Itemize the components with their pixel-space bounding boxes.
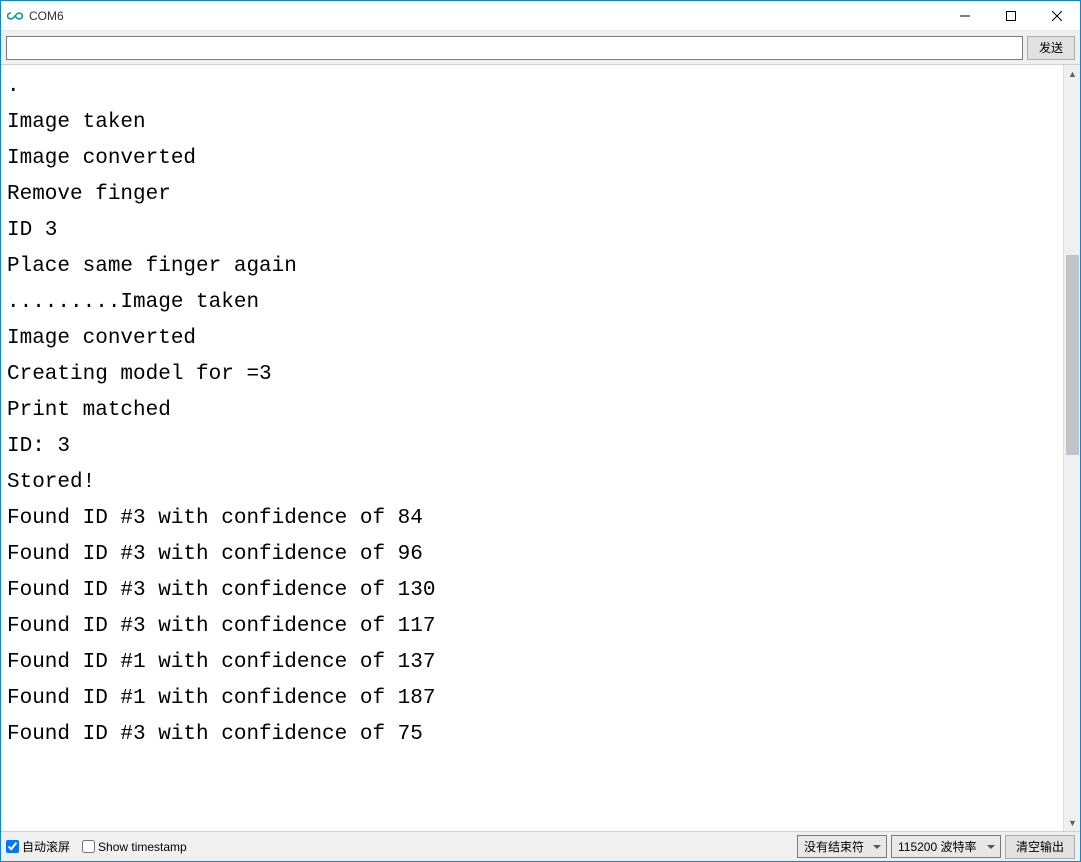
arduino-icon	[7, 8, 23, 24]
footer-bar: 自动滚屏 Show timestamp 没有结束符 115200 波特率 清空输…	[1, 831, 1080, 861]
line-ending-select[interactable]: 没有结束符	[797, 835, 887, 858]
scroll-up-arrow[interactable]: ▲	[1064, 65, 1080, 82]
send-button[interactable]: 发送	[1027, 36, 1075, 60]
clear-output-button[interactable]: 清空输出	[1005, 835, 1075, 859]
baud-rate-select[interactable]: 115200 波特率	[891, 835, 1001, 858]
send-toolbar: 发送	[1, 31, 1080, 65]
console-area: . Image taken Image converted Remove fin…	[1, 65, 1080, 831]
scroll-down-arrow[interactable]: ▼	[1064, 814, 1080, 831]
timestamp-text: Show timestamp	[98, 840, 187, 854]
timestamp-checkbox-label[interactable]: Show timestamp	[82, 840, 187, 854]
scroll-thumb[interactable]	[1066, 255, 1079, 455]
window-controls	[942, 1, 1080, 30]
close-button[interactable]	[1034, 1, 1080, 30]
autoscroll-checkbox[interactable]	[6, 840, 19, 853]
app-window: COM6 发送 . Image taken Image converted Re…	[0, 0, 1081, 862]
send-input[interactable]	[6, 36, 1023, 60]
titlebar: COM6	[1, 1, 1080, 31]
line-ending-value: 没有结束符	[804, 838, 864, 855]
window-title: COM6	[29, 9, 942, 23]
maximize-button[interactable]	[988, 1, 1034, 30]
minimize-button[interactable]	[942, 1, 988, 30]
timestamp-checkbox[interactable]	[82, 840, 95, 853]
autoscroll-text: 自动滚屏	[22, 838, 70, 855]
console-output: . Image taken Image converted Remove fin…	[1, 65, 1063, 831]
vertical-scrollbar[interactable]: ▲ ▼	[1063, 65, 1080, 831]
baud-rate-value: 115200 波特率	[898, 838, 977, 855]
autoscroll-checkbox-label[interactable]: 自动滚屏	[6, 838, 70, 855]
